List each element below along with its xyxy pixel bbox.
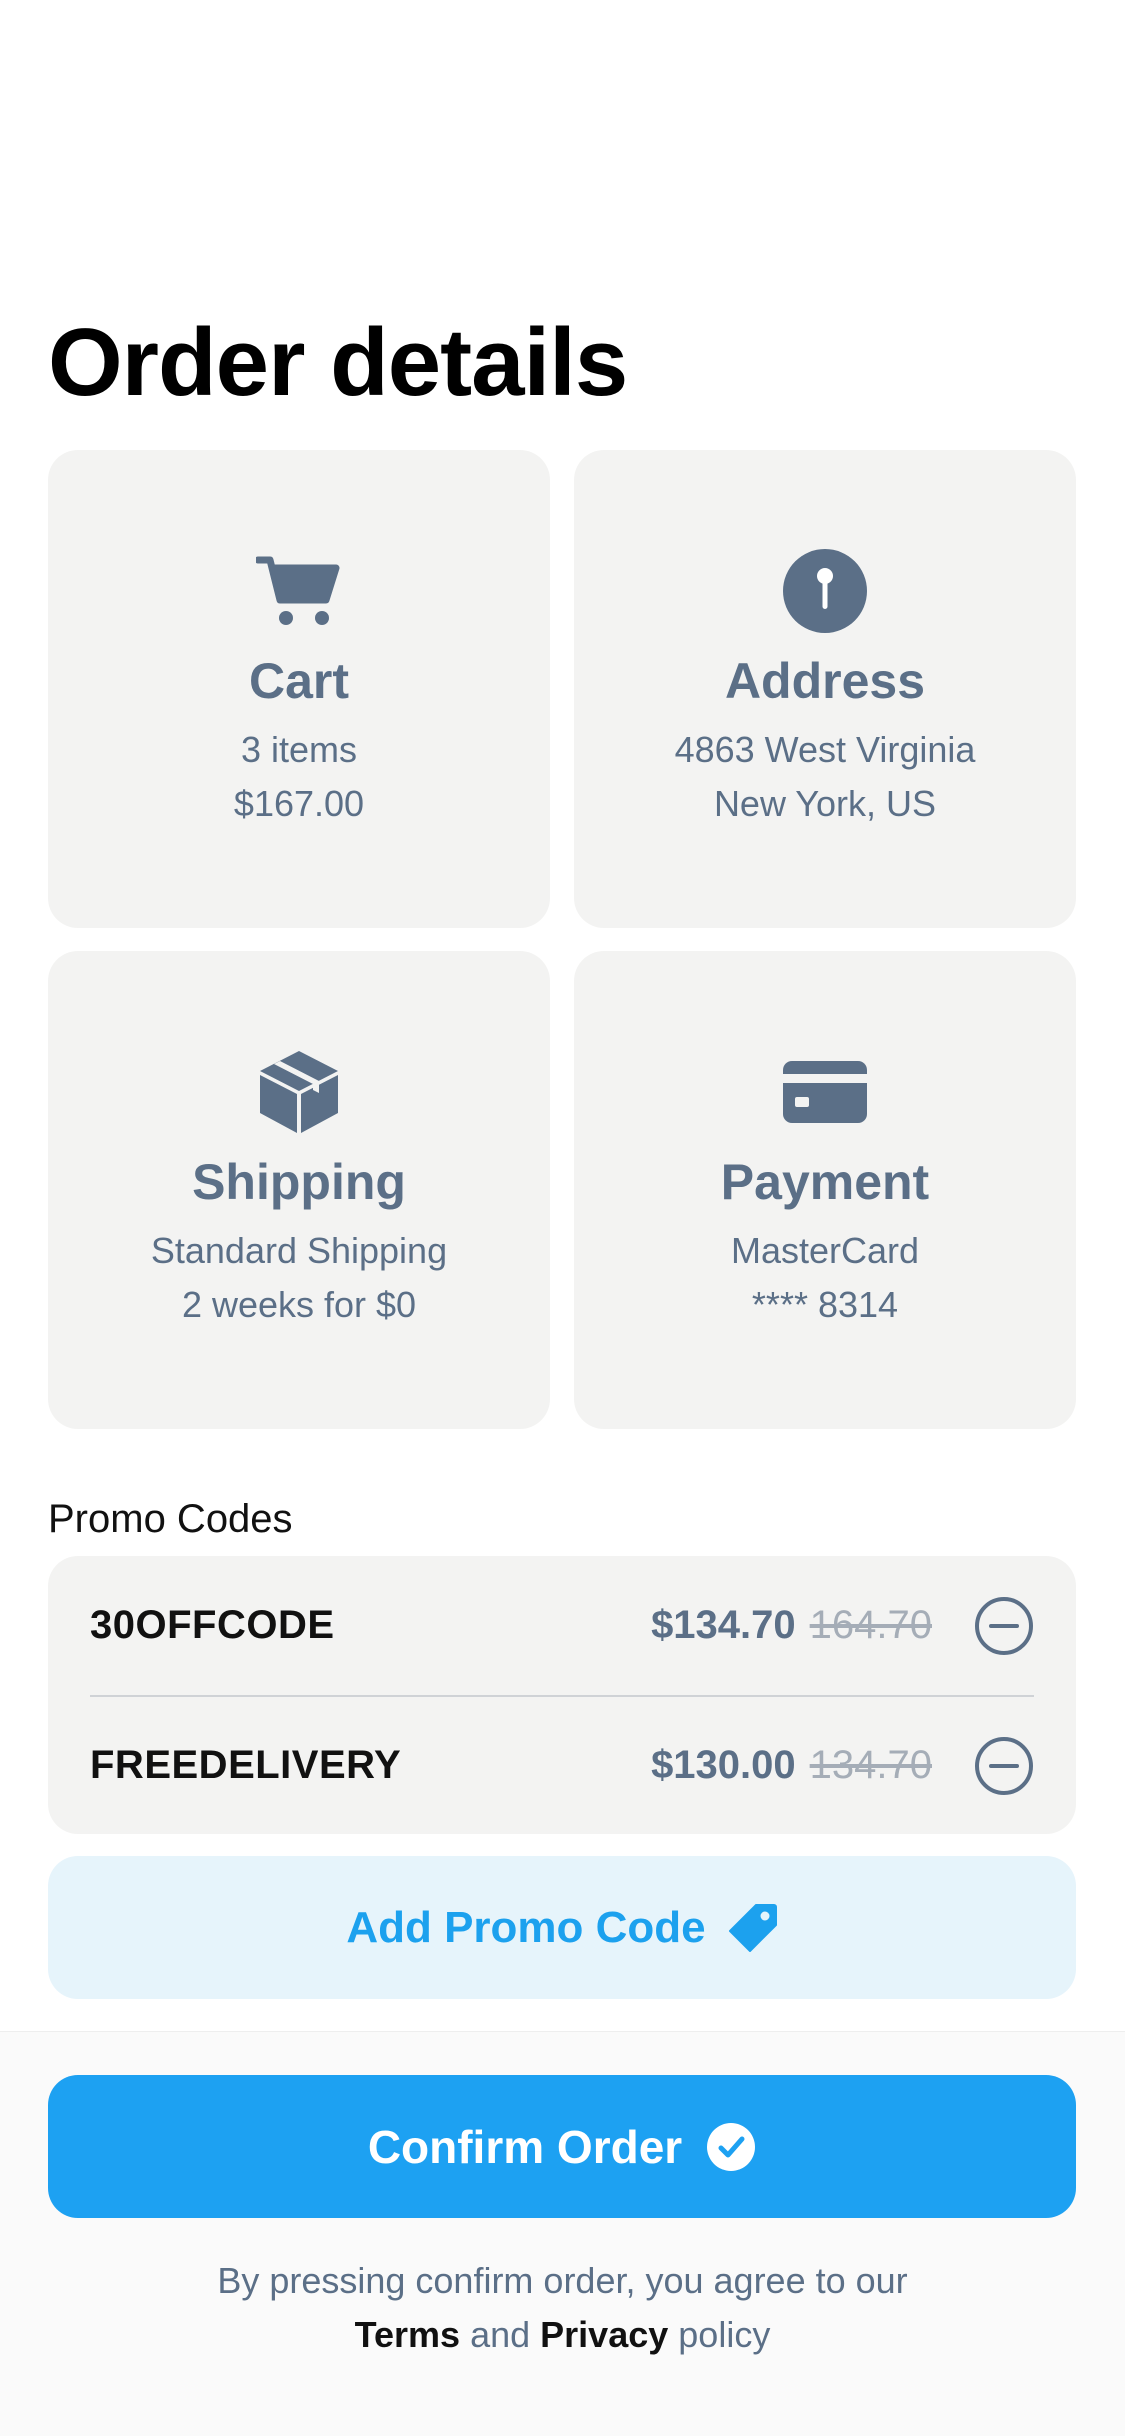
promo-prices: $134.70 164.70 <box>651 1603 932 1648</box>
legal-and-text: and <box>470 2314 531 2355</box>
add-promo-code-label: Add Promo Code <box>346 1902 706 1952</box>
cart-total: $167.00 <box>233 783 365 824</box>
promo-old-price: 164.70 <box>809 1603 932 1647</box>
legal-line: By pressing confirm order, you agree to … <box>217 2260 908 2301</box>
cart-icon <box>256 546 342 636</box>
page-title: Order details <box>48 309 628 416</box>
promo-code-row: 30OFFCODE $134.70 164.70 <box>90 1556 1034 1695</box>
legal-links-line: Terms and Privacy policy <box>0 2308 1125 2362</box>
credit-card-icon <box>783 1047 867 1137</box>
cart-item-count: 3 items <box>240 729 358 770</box>
confirm-order-label: Confirm Order <box>367 2120 683 2173</box>
shipping-card[interactable]: Shipping Standard Shipping 2 weeks for $… <box>48 951 550 1429</box>
promo-code-row: FREEDELIVERY $130.00 134.70 <box>90 1695 1034 1834</box>
shipping-method: Standard Shipping <box>150 1230 448 1271</box>
promo-prices: $130.00 134.70 <box>651 1743 932 1788</box>
location-pin-icon <box>783 546 867 636</box>
minus-circle-icon <box>975 1596 1033 1655</box>
confirm-order-button[interactable]: Confirm Order <box>48 2075 1076 2218</box>
minus-circle-icon <box>975 1736 1033 1795</box>
remove-promo-button[interactable] <box>974 1736 1034 1796</box>
privacy-link[interactable]: Privacy <box>540 2314 668 2355</box>
payment-card-title: Payment <box>720 1154 930 1210</box>
shipping-eta: 2 weeks for $0 <box>181 1284 417 1325</box>
promo-code-list: 30OFFCODE $134.70 164.70 FREEDELIVERY $1… <box>48 1556 1076 1834</box>
box-icon <box>258 1047 340 1137</box>
cart-card[interactable]: Cart 3 items $167.00 <box>48 450 550 928</box>
tag-icon <box>728 1903 778 1953</box>
checkmark-circle-icon <box>706 2122 756 2172</box>
remove-promo-button[interactable] <box>974 1596 1034 1656</box>
payment-card-number: **** 8314 <box>751 1284 899 1325</box>
legal-policy-text: policy <box>678 2314 771 2355</box>
legal-notice: By pressing confirm order, you agree to … <box>0 2254 1125 2362</box>
promo-new-price: $130.00 <box>651 1743 796 1787</box>
shipping-card-title: Shipping <box>192 1154 406 1210</box>
address-street: 4863 West Virginia <box>674 729 976 770</box>
payment-card[interactable]: Payment MasterCard **** 8314 <box>574 951 1076 1429</box>
add-promo-code-button[interactable]: Add Promo Code <box>48 1856 1076 1999</box>
address-city: New York, US <box>713 783 937 824</box>
promo-code-name: 30OFFCODE <box>90 1603 335 1647</box>
address-card-title: Address <box>724 653 926 709</box>
promo-codes-label: Promo Codes <box>48 1497 293 1541</box>
promo-new-price: $134.70 <box>651 1603 796 1647</box>
cart-card-title: Cart <box>248 653 350 709</box>
bottom-panel: Confirm Order By pressing confirm order,… <box>0 2031 1125 2436</box>
terms-link[interactable]: Terms <box>355 2314 460 2355</box>
promo-code-name: FREEDELIVERY <box>90 1743 402 1787</box>
promo-old-price: 134.70 <box>809 1743 932 1787</box>
payment-method: MasterCard <box>730 1230 920 1271</box>
address-card[interactable]: Address 4863 West Virginia New York, US <box>574 450 1076 928</box>
